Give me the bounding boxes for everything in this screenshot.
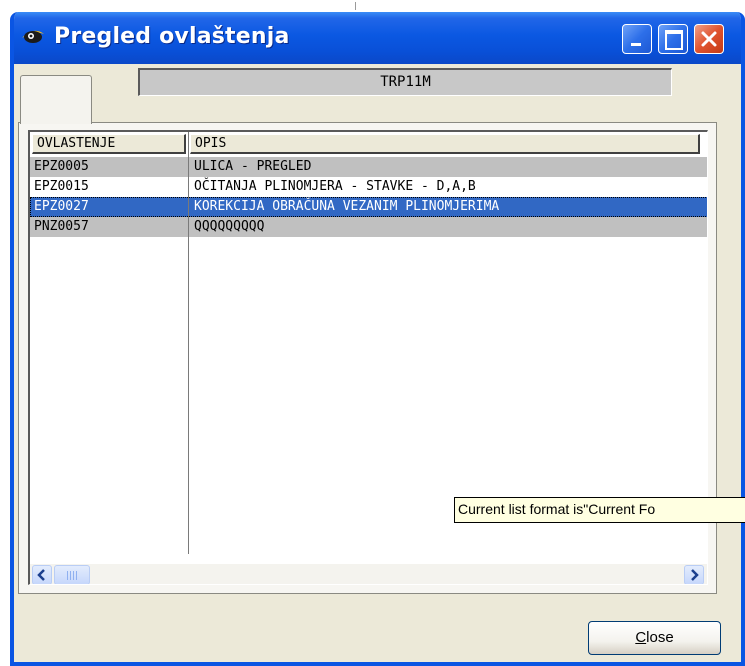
table-row[interactable]: PNZ0057 QQQQQQQQQ	[30, 217, 707, 237]
app-eye-icon	[22, 30, 44, 43]
cell-desc: ULICA - PREGLED	[194, 159, 312, 174]
close-icon	[701, 31, 717, 47]
scroll-left-button[interactable]	[32, 565, 52, 584]
tab-header[interactable]	[20, 75, 92, 124]
scroll-right-button[interactable]	[684, 565, 704, 584]
close-button-label: lose	[646, 629, 674, 646]
table-row[interactable]: EPZ0015 OČITANJA PLINOMJERA - STAVKE - D…	[30, 177, 707, 197]
close-window-button[interactable]	[694, 24, 724, 54]
cell-code: EPZ0005	[34, 159, 89, 174]
cell-desc: OČITANJA PLINOMJERA - STAVKE - D,A,B	[194, 179, 476, 194]
title-bar[interactable]: Pregled ovlaštenja	[14, 12, 741, 64]
cell-desc: QQQQQQQQQ	[194, 219, 265, 234]
window-title: Pregled ovlaštenja	[54, 24, 290, 49]
header-field: TRP11M	[138, 68, 672, 96]
list-format-tooltip: Current list format is"Current Fo	[454, 497, 745, 523]
arrow-left-icon	[37, 569, 45, 581]
cell-code: PNZ0057	[34, 219, 89, 234]
arrow-right-icon	[691, 569, 699, 581]
table-row[interactable]: EPZ0005 ULICA - PREGLED	[30, 157, 707, 177]
column-header-opis[interactable]: OPIS	[190, 134, 700, 154]
grip-icon	[67, 571, 77, 580]
minimize-button[interactable]	[622, 24, 652, 54]
maximize-button[interactable]	[658, 24, 688, 54]
column-header-ovlastenje[interactable]: OVLASTENJE	[32, 134, 186, 154]
list-header: OVLASTENJE OPIS	[30, 132, 707, 156]
scroll-thumb[interactable]	[54, 565, 90, 584]
horizontal-scrollbar[interactable]	[30, 564, 707, 584]
desktop-tick	[355, 2, 356, 10]
cell-desc: KOREKCIJA OBRAČUNA VEZANIM PLINOMJERIMA	[194, 199, 500, 214]
close-button-accel: C	[635, 629, 647, 646]
close-button[interactable]: Close	[588, 621, 721, 655]
column-divider	[188, 132, 189, 554]
cell-code: EPZ0015	[34, 179, 89, 194]
table-row-selected[interactable]: EPZ0027 KOREKCIJA OBRAČUNA VEZANIM PLINO…	[30, 197, 707, 217]
cell-code: EPZ0027	[34, 199, 89, 214]
